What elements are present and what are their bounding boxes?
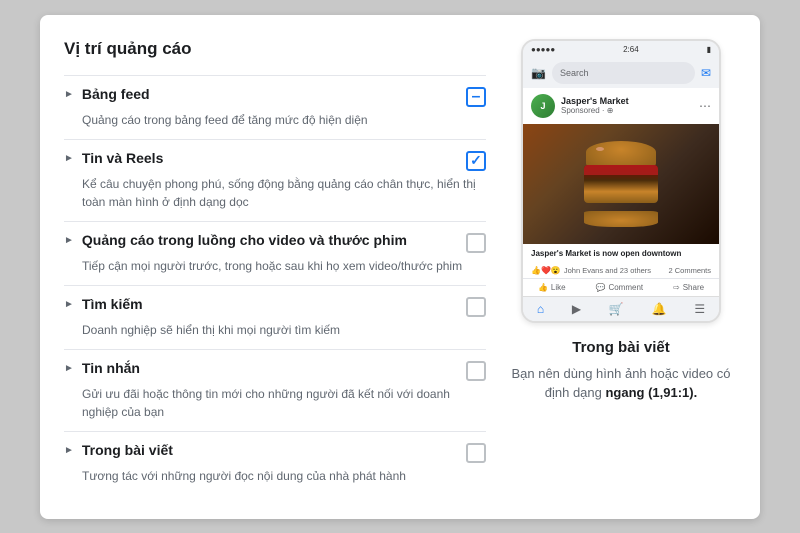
phone-status-bar: ●●●●● 2:64 ▮ <box>523 41 719 58</box>
share-icon: ⇨ <box>673 283 680 292</box>
comment-icon: 💬 <box>595 283 605 292</box>
burger-visual <box>523 124 719 244</box>
checkbox-tin-nhan[interactable] <box>466 361 486 381</box>
post-actions: 👍 Like 💬 Comment ⇨ Share <box>523 279 719 296</box>
info-desc-bold: ngang (1,91:1). <box>605 385 697 400</box>
more-options-icon[interactable]: ⋯ <box>699 99 711 113</box>
placement-name-quang-cao-video: Quảng cáo trong luồng cho video và thước… <box>82 232 458 248</box>
placement-name-tin-va-reels: Tin và Reels <box>82 150 458 166</box>
like-icon: 👍 <box>538 283 548 292</box>
panel-title: Vị trí quảng cáo <box>64 39 486 59</box>
placement-name-bang-feed: Bảng feed <box>82 86 458 102</box>
fb-camera-icon: 📷 <box>531 66 546 80</box>
placement-desc-tim-kiem: Doanh nghiệp sẽ hiển thị khi mọi người t… <box>64 321 486 339</box>
chevron-icon-bang-feed[interactable]: ► <box>64 89 74 100</box>
phone-nav: ⌂ ▶ 🛒 🔔 ☰ <box>523 296 719 321</box>
placement-item-quang-cao-video: ► Quảng cáo trong luồng cho video và thư… <box>64 221 486 285</box>
phone-mockup: ●●●●● 2:64 ▮ 📷 Search ✉ J Jasper's Marke… <box>521 39 721 323</box>
placement-item-tin-va-reels: ► Tin và Reels ✓ Kể câu chuyện phong phú… <box>64 139 486 221</box>
like-button[interactable]: 👍 Like <box>538 283 566 292</box>
comments-count: 2 Comments <box>668 266 711 275</box>
like-emoji: 👍❤️😮 <box>531 266 561 275</box>
burger-container <box>581 139 661 229</box>
nav-marketplace-icon[interactable]: 🛒 <box>609 302 624 316</box>
info-title: Trong bài viết <box>506 339 736 356</box>
comment-label: Comment <box>608 283 643 292</box>
poster-name: Jasper's Market <box>561 96 693 106</box>
chevron-icon-tin-va-reels[interactable]: ► <box>64 153 74 164</box>
placement-name-tin-nhan: Tin nhắn <box>82 360 458 376</box>
placement-desc-tin-nhan: Gửi ưu đãi hoặc thông tin mới cho những … <box>64 385 486 421</box>
placement-desc-trong-bai-viet: Tương tác với những người đọc nội dung c… <box>64 467 486 485</box>
checkbox-tim-kiem[interactable] <box>466 297 486 317</box>
placement-name-trong-bai-viet: Trong bài viết <box>82 442 458 458</box>
nav-video-icon[interactable]: ▶ <box>572 302 581 316</box>
bun-bottom <box>584 211 658 227</box>
nav-menu-icon[interactable]: ☰ <box>694 302 705 316</box>
placement-item-tim-kiem: ► Tìm kiếm Doanh nghiệp sẽ hiển thị khi … <box>64 285 486 349</box>
search-placeholder: Search <box>560 68 589 78</box>
chevron-icon-trong-bai-viet[interactable]: ► <box>64 445 74 456</box>
phone-battery: ▮ <box>707 45 711 54</box>
share-button[interactable]: ⇨ Share <box>673 283 704 292</box>
like-label: Like <box>551 283 566 292</box>
placement-desc-tin-va-reels: Kể câu chuyện phong phú, sống động bằng … <box>64 175 486 211</box>
phone-signal: ●●●●● <box>531 45 555 54</box>
placement-item-tin-nhan: ► Tin nhắn Gửi ưu đãi hoặc thông tin mới… <box>64 349 486 431</box>
post-caption: Jasper's Market is now open downtown <box>523 244 719 263</box>
phone-time: 2:64 <box>623 45 639 54</box>
post-image <box>523 124 719 244</box>
post-meta: Jasper's Market Sponsored · ⊕ <box>561 96 693 115</box>
checkbox-tin-va-reels[interactable]: ✓ <box>466 151 486 171</box>
placement-item-trong-bai-viet: ► Trong bài viết Tương tác với những ngư… <box>64 431 486 495</box>
check-icon: ✓ <box>470 152 482 169</box>
comment-button[interactable]: 💬 Comment <box>595 283 643 292</box>
fb-messenger-icon: ✉ <box>701 66 711 80</box>
placement-item-bang-feed: ► Bảng feed – Quảng cáo trong bảng feed … <box>64 75 486 139</box>
placement-name-tim-kiem: Tìm kiếm <box>82 296 458 312</box>
share-label: Share <box>683 283 704 292</box>
checkbox-trong-bai-viet[interactable] <box>466 443 486 463</box>
post-header: J Jasper's Market Sponsored · ⊕ ⋯ <box>523 88 719 124</box>
placement-desc-quang-cao-video: Tiếp cận mọi người trước, trong hoặc sau… <box>64 257 486 275</box>
main-card: Vị trí quảng cáo ► Bảng feed – Quảng cáo… <box>40 15 760 519</box>
chevron-icon-tin-nhan[interactable]: ► <box>64 363 74 374</box>
reactions-text: John Evans and 23 others <box>564 266 651 275</box>
placement-desc-bang-feed: Quảng cáo trong bảng feed để tăng mức độ… <box>64 111 486 129</box>
poster-subtitle: Sponsored · ⊕ <box>561 106 693 115</box>
checkbox-quang-cao-video[interactable] <box>466 233 486 253</box>
chevron-icon-quang-cao-video[interactable]: ► <box>64 235 74 246</box>
post-reactions: 👍❤️😮 John Evans and 23 others 2 Comments <box>523 263 719 279</box>
checkbox-bang-feed[interactable]: – <box>466 87 486 107</box>
burger-filling <box>584 165 658 203</box>
reaction-icons: 👍❤️😮 John Evans and 23 others <box>531 266 651 275</box>
nav-home-icon[interactable]: ⌂ <box>537 302 544 316</box>
nav-bell-icon[interactable]: 🔔 <box>652 302 667 316</box>
info-desc: Bạn nên dùng hình ảnh hoặc video có định… <box>506 364 736 403</box>
chevron-icon-tim-kiem[interactable]: ► <box>64 299 74 310</box>
info-section: Trong bài viết Bạn nên dùng hình ảnh hoặ… <box>506 335 736 407</box>
minus-icon: – <box>472 89 481 105</box>
avatar: J <box>531 94 555 118</box>
right-panel: ●●●●● 2:64 ▮ 📷 Search ✉ J Jasper's Marke… <box>506 39 736 495</box>
left-panel: Vị trí quảng cáo ► Bảng feed – Quảng cáo… <box>64 39 486 495</box>
phone-search-input[interactable]: Search <box>552 62 695 84</box>
phone-search-bar: 📷 Search ✉ <box>523 58 719 88</box>
